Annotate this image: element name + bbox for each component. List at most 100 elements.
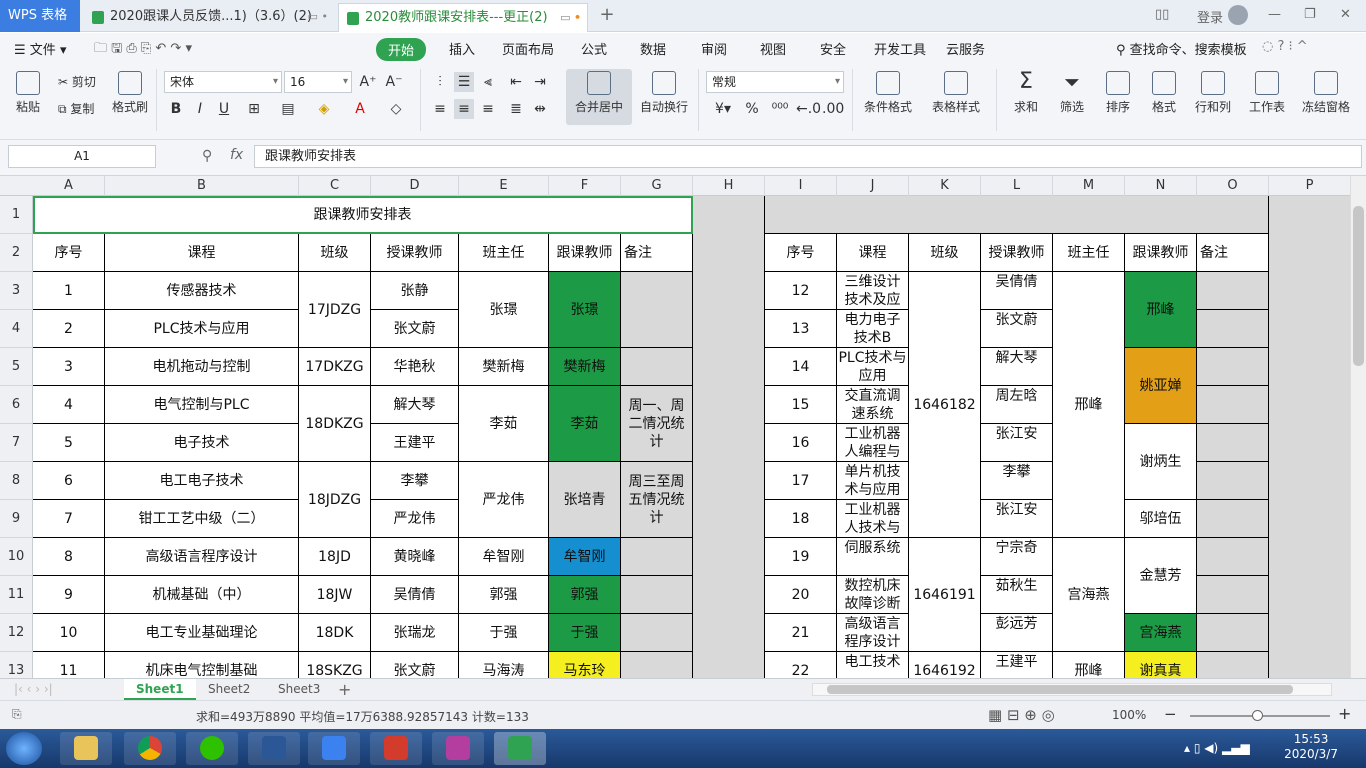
teacher-cell[interactable]: 解大琴 — [371, 386, 459, 424]
seq-cell[interactable]: 2 — [33, 310, 105, 348]
course-cell[interactable]: 高级语言程序设计 — [837, 614, 909, 652]
follow-teacher-cell[interactable]: 马东玲 — [549, 652, 621, 678]
thousands-icon[interactable]: ⁰⁰⁰ — [770, 99, 790, 119]
class-cell[interactable]: 1646192 — [909, 652, 981, 678]
seq-cell[interactable]: 1 — [33, 272, 105, 310]
follow-teacher-cell[interactable]: 樊新梅 — [549, 348, 621, 386]
percent-icon[interactable]: % — [742, 99, 762, 119]
wrap-text-button[interactable]: 自动换行 — [638, 71, 690, 115]
macro-icon[interactable]: ⎘ — [12, 707, 22, 722]
seq-cell[interactable]: 7 — [33, 500, 105, 538]
teacher-cell[interactable]: 张文蔚 — [371, 310, 459, 348]
fill-color-icon[interactable]: ◈ — [314, 99, 334, 119]
head-teacher-cell[interactable]: 牟智刚 — [459, 538, 549, 576]
indent-left-icon[interactable]: ⇤ — [506, 72, 526, 92]
row-header[interactable]: 2 — [0, 234, 33, 272]
distribute-icon[interactable]: ⇹ — [530, 99, 550, 119]
note-cell[interactable] — [1197, 538, 1269, 576]
course-cell[interactable]: 工业机器人技术与 — [837, 500, 909, 538]
column-header[interactable]: K — [909, 176, 981, 196]
new-tab-button[interactable]: + — [597, 4, 617, 25]
indent-right-icon[interactable]: ⇥ — [530, 72, 550, 92]
note-cell[interactable] — [621, 614, 693, 652]
taskbar-chrome[interactable] — [124, 732, 176, 765]
seq-cell[interactable]: 3 — [33, 348, 105, 386]
note-cell[interactable] — [1197, 348, 1269, 386]
note-cell[interactable] — [1197, 310, 1269, 348]
column-title[interactable]: 授课教师 — [981, 234, 1053, 272]
course-cell[interactable]: 钳工工艺中级（二） — [105, 500, 299, 538]
zoom-out-icon[interactable]: − — [1164, 705, 1177, 723]
teacher-cell[interactable]: 吴倩倩 — [371, 576, 459, 614]
course-cell[interactable]: 电机拖动与控制 — [105, 348, 299, 386]
menu-view[interactable]: 视图 — [760, 39, 786, 58]
zoom-in-icon[interactable]: + — [1338, 704, 1351, 723]
course-cell[interactable]: 电工电子技术 — [105, 462, 299, 500]
teacher-cell[interactable]: 黄晓峰 — [371, 538, 459, 576]
zoom-slider-handle[interactable] — [1252, 710, 1263, 721]
course-cell[interactable]: 传感器技术 — [105, 272, 299, 310]
note-cell[interactable] — [1197, 272, 1269, 310]
paste-button[interactable]: 粘贴 — [10, 71, 46, 115]
class-cell[interactable]: 1646182 — [909, 272, 981, 538]
follow-teacher-cell[interactable]: 李茹 — [549, 386, 621, 462]
class-cell[interactable]: 18DKZG — [299, 386, 371, 462]
font-family-select[interactable]: 宋体 — [164, 71, 282, 93]
class-cell[interactable]: 18SKZG — [299, 652, 371, 678]
follow-teacher-cell[interactable]: 于强 — [549, 614, 621, 652]
note-cell[interactable] — [1197, 462, 1269, 500]
seq-cell[interactable]: 15 — [765, 386, 837, 424]
menu-cloud[interactable]: 云服务 — [946, 39, 985, 58]
row-header[interactable]: 5 — [0, 348, 33, 386]
seq-cell[interactable]: 19 — [765, 538, 837, 576]
teacher-cell[interactable]: 张文蔚 — [371, 652, 459, 678]
tray-icons[interactable]: ▴ ▯ ◀) ▂▄▆ — [1184, 741, 1250, 755]
taskbar-presentation[interactable] — [370, 732, 422, 765]
font-size-select[interactable]: 16 — [284, 71, 352, 93]
head-teacher-cell[interactable]: 于强 — [459, 614, 549, 652]
add-sheet-button[interactable]: + — [338, 680, 351, 699]
note-cell[interactable] — [1197, 386, 1269, 424]
column-header[interactable]: O — [1197, 176, 1269, 196]
head-teacher-cell[interactable]: 邢峰 — [1053, 652, 1125, 678]
align-left-icon[interactable]: ≡ — [430, 99, 450, 119]
seq-cell[interactable]: 13 — [765, 310, 837, 348]
sheet-tab-1[interactable]: Sheet1 — [124, 679, 196, 700]
seq-cell[interactable]: 4 — [33, 386, 105, 424]
horizontal-scrollbar[interactable] — [812, 683, 1332, 696]
name-box[interactable]: A1 — [8, 145, 156, 168]
increase-font-icon[interactable]: A⁺ — [358, 72, 378, 92]
teacher-cell[interactable]: 茹秋生 — [981, 576, 1053, 614]
follow-teacher-cell[interactable]: 牟智刚 — [549, 538, 621, 576]
column-title[interactable]: 备注 — [1197, 234, 1269, 272]
column-title[interactable]: 课程 — [837, 234, 909, 272]
row-header[interactable]: 12 — [0, 614, 33, 652]
clear-icon[interactable]: ◇ — [386, 99, 406, 119]
start-button[interactable] — [6, 732, 42, 765]
row-header[interactable]: 13 — [0, 652, 33, 678]
menu-developer[interactable]: 开发工具 — [874, 39, 926, 58]
column-header[interactable]: C — [299, 176, 371, 196]
row-header[interactable]: 8 — [0, 462, 33, 500]
head-teacher-cell[interactable]: 严龙伟 — [459, 462, 549, 538]
class-cell[interactable]: 1646191 — [909, 538, 981, 652]
column-header[interactable]: L — [981, 176, 1053, 196]
currency-icon[interactable]: ¥▾ — [708, 99, 738, 119]
empty-column[interactable] — [693, 196, 765, 678]
table-style-button[interactable]: 表格样式 — [926, 71, 986, 115]
column-title[interactable]: 授课教师 — [371, 234, 459, 272]
note-cell[interactable] — [1197, 424, 1269, 462]
quick-access-icons[interactable]: 🗀 🖫 ⎙ ⎘ ↶ ↷ ▾ — [94, 39, 192, 61]
column-header[interactable]: J — [837, 176, 909, 196]
teacher-cell[interactable]: 张瑞龙 — [371, 614, 459, 652]
freeze-panes-button[interactable]: 冻结窗格 — [1298, 71, 1354, 115]
teacher-cell[interactable]: 宁宗奇 — [981, 538, 1053, 576]
underline-icon[interactable]: U — [214, 99, 234, 119]
seq-cell[interactable]: 20 — [765, 576, 837, 614]
restore-icon[interactable]: ❐ — [1304, 7, 1316, 25]
column-title[interactable]: 课程 — [105, 234, 299, 272]
format-button[interactable]: 格式 — [1144, 71, 1184, 115]
column-header[interactable]: D — [371, 176, 459, 196]
taskbar-explorer[interactable] — [60, 732, 112, 765]
column-header[interactable]: G — [621, 176, 693, 196]
